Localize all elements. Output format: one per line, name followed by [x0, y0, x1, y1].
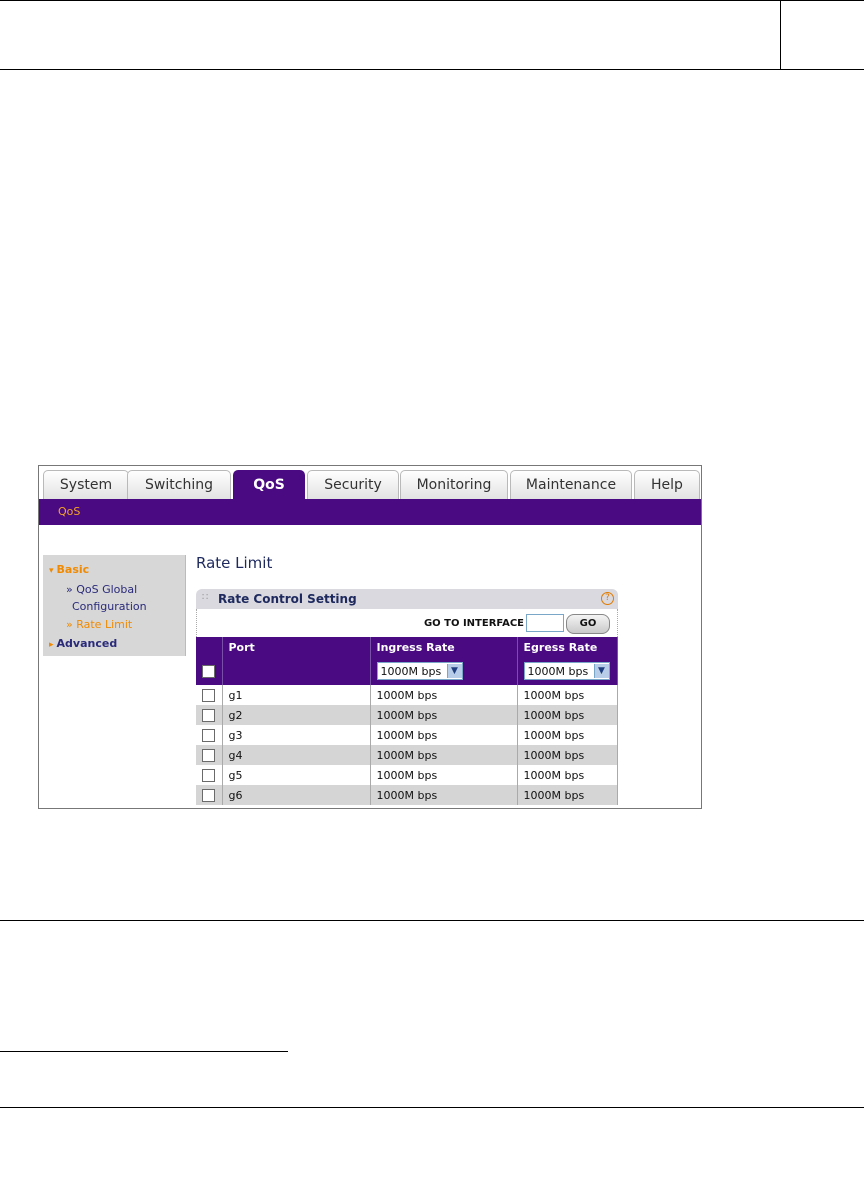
tab-monitoring[interactable]: Monitoring — [400, 470, 508, 499]
grip-icon: ∷ — [202, 592, 209, 603]
ingress-cell: 1000M bps — [370, 705, 518, 725]
table-row[interactable]: g4 1000M bps 1000M bps — [196, 745, 618, 765]
egress-cell: 1000M bps — [517, 765, 618, 785]
goto-interface-label: GO TO INTERFACE — [423, 618, 524, 629]
tab-help[interactable]: Help — [634, 470, 700, 499]
ingress-cell: 1000M bps — [370, 685, 518, 705]
ingress-rate-select[interactable]: 1000M bps ▼ — [376, 662, 463, 680]
subnav-bar: QoS — [39, 499, 701, 525]
egress-cell: 1000M bps — [517, 725, 618, 745]
sidebar-item-qos-global[interactable]: » QoS Global — [66, 583, 137, 596]
goto-interface-row: GO TO INTERFACE GO — [196, 609, 618, 637]
header-rule — [0, 69, 864, 70]
row-select-cell — [196, 685, 223, 705]
header-ingress: Ingress Rate — [370, 637, 518, 657]
port-cell: g2 — [222, 705, 371, 725]
row-select-cell — [196, 765, 223, 785]
row-checkbox[interactable] — [202, 728, 215, 742]
egress-cell: 1000M bps — [517, 745, 618, 765]
top-rule — [0, 0, 864, 1]
master-port-cell — [222, 657, 371, 685]
table-row[interactable]: g3 1000M bps 1000M bps — [196, 725, 618, 745]
row-select-cell — [196, 785, 223, 805]
tab-qos[interactable]: QoS — [233, 470, 305, 500]
table-row[interactable]: g1 1000M bps 1000M bps — [196, 685, 618, 705]
row-checkbox[interactable] — [202, 708, 215, 722]
egress-rate-select[interactable]: 1000M bps ▼ — [523, 662, 610, 680]
section-rule — [0, 920, 864, 921]
row-select-cell — [196, 725, 223, 745]
header-select — [196, 637, 223, 657]
port-cell: g3 — [222, 725, 371, 745]
tab-security[interactable]: Security — [307, 470, 399, 499]
panel-title: Rate Control Setting — [218, 592, 357, 606]
rate-limit-table: Port Ingress Rate Egress Rate 1000M bps ▼… — [196, 637, 618, 805]
bottom-rule — [0, 1107, 864, 1108]
header-egress: Egress Rate — [517, 637, 618, 657]
sidebar-item-qos-global-cont[interactable]: Configuration — [72, 600, 147, 613]
row-select-cell — [196, 705, 223, 725]
row-checkbox[interactable] — [202, 788, 215, 802]
table-row[interactable]: g2 1000M bps 1000M bps — [196, 705, 618, 725]
goto-interface-input[interactable] — [526, 614, 564, 632]
chevron-down-icon: ▼ — [593, 664, 609, 678]
help-icon[interactable]: ? — [601, 592, 614, 605]
ingress-cell: 1000M bps — [370, 725, 518, 745]
egress-cell: 1000M bps — [517, 685, 618, 705]
ingress-cell: 1000M bps — [370, 785, 518, 805]
port-cell: g1 — [222, 685, 371, 705]
tab-system[interactable]: System — [43, 470, 129, 499]
row-checkbox[interactable] — [202, 768, 215, 782]
sidebar-item-rate-limit[interactable]: » Rate Limit — [66, 618, 132, 631]
master-ingress-cell: 1000M bps ▼ — [370, 657, 518, 685]
screenshot-frame: System Switching QoS Security Monitoring… — [38, 465, 702, 809]
table-header-row: Port Ingress Rate Egress Rate — [196, 637, 618, 657]
ingress-cell: 1000M bps — [370, 745, 518, 765]
table-master-row: 1000M bps ▼ 1000M bps ▼ — [196, 657, 618, 685]
port-cell: g4 — [222, 745, 371, 765]
chevron-down-icon: ▾ — [49, 566, 54, 576]
panel-header: ∷ Rate Control Setting ? — [196, 589, 618, 609]
ingress-cell: 1000M bps — [370, 765, 518, 785]
sidebar-advanced-label: Advanced — [56, 637, 118, 650]
tab-switching[interactable]: Switching — [127, 470, 231, 499]
chevron-right-icon: ▸ — [49, 640, 54, 650]
header-port: Port — [222, 637, 371, 657]
port-cell: g6 — [222, 785, 371, 805]
master-select-cell — [196, 657, 223, 685]
header-divider — [780, 0, 781, 70]
tab-maintenance[interactable]: Maintenance — [510, 470, 632, 499]
egress-cell: 1000M bps — [517, 785, 618, 805]
select-all-checkbox[interactable] — [202, 664, 215, 678]
table-row[interactable]: g6 1000M bps 1000M bps — [196, 785, 618, 805]
go-button[interactable]: GO — [566, 614, 610, 634]
sidebar-advanced[interactable]: ▸ Advanced — [49, 637, 117, 650]
row-select-cell — [196, 745, 223, 765]
master-egress-cell: 1000M bps ▼ — [517, 657, 618, 685]
port-cell: g5 — [222, 765, 371, 785]
tab-bar: System Switching QoS Security Monitoring… — [39, 466, 701, 500]
table-row[interactable]: g5 1000M bps 1000M bps — [196, 765, 618, 785]
row-checkbox[interactable] — [202, 688, 215, 702]
egress-rate-value: 1000M bps — [527, 664, 589, 678]
ingress-rate-value: 1000M bps — [380, 664, 442, 678]
egress-cell: 1000M bps — [517, 705, 618, 725]
page-title: Rate Limit — [196, 554, 273, 572]
footnote-rule — [0, 1051, 288, 1052]
chevron-down-icon: ▼ — [446, 664, 462, 678]
subnav-qos-link[interactable]: QoS — [58, 505, 80, 518]
sidebar-basic[interactable]: ▾ Basic — [49, 563, 89, 576]
sidebar-basic-label: Basic — [56, 563, 90, 576]
row-checkbox[interactable] — [202, 748, 215, 762]
sidebar: ▾ Basic » QoS Global Configuration » Rate… — [43, 555, 186, 656]
